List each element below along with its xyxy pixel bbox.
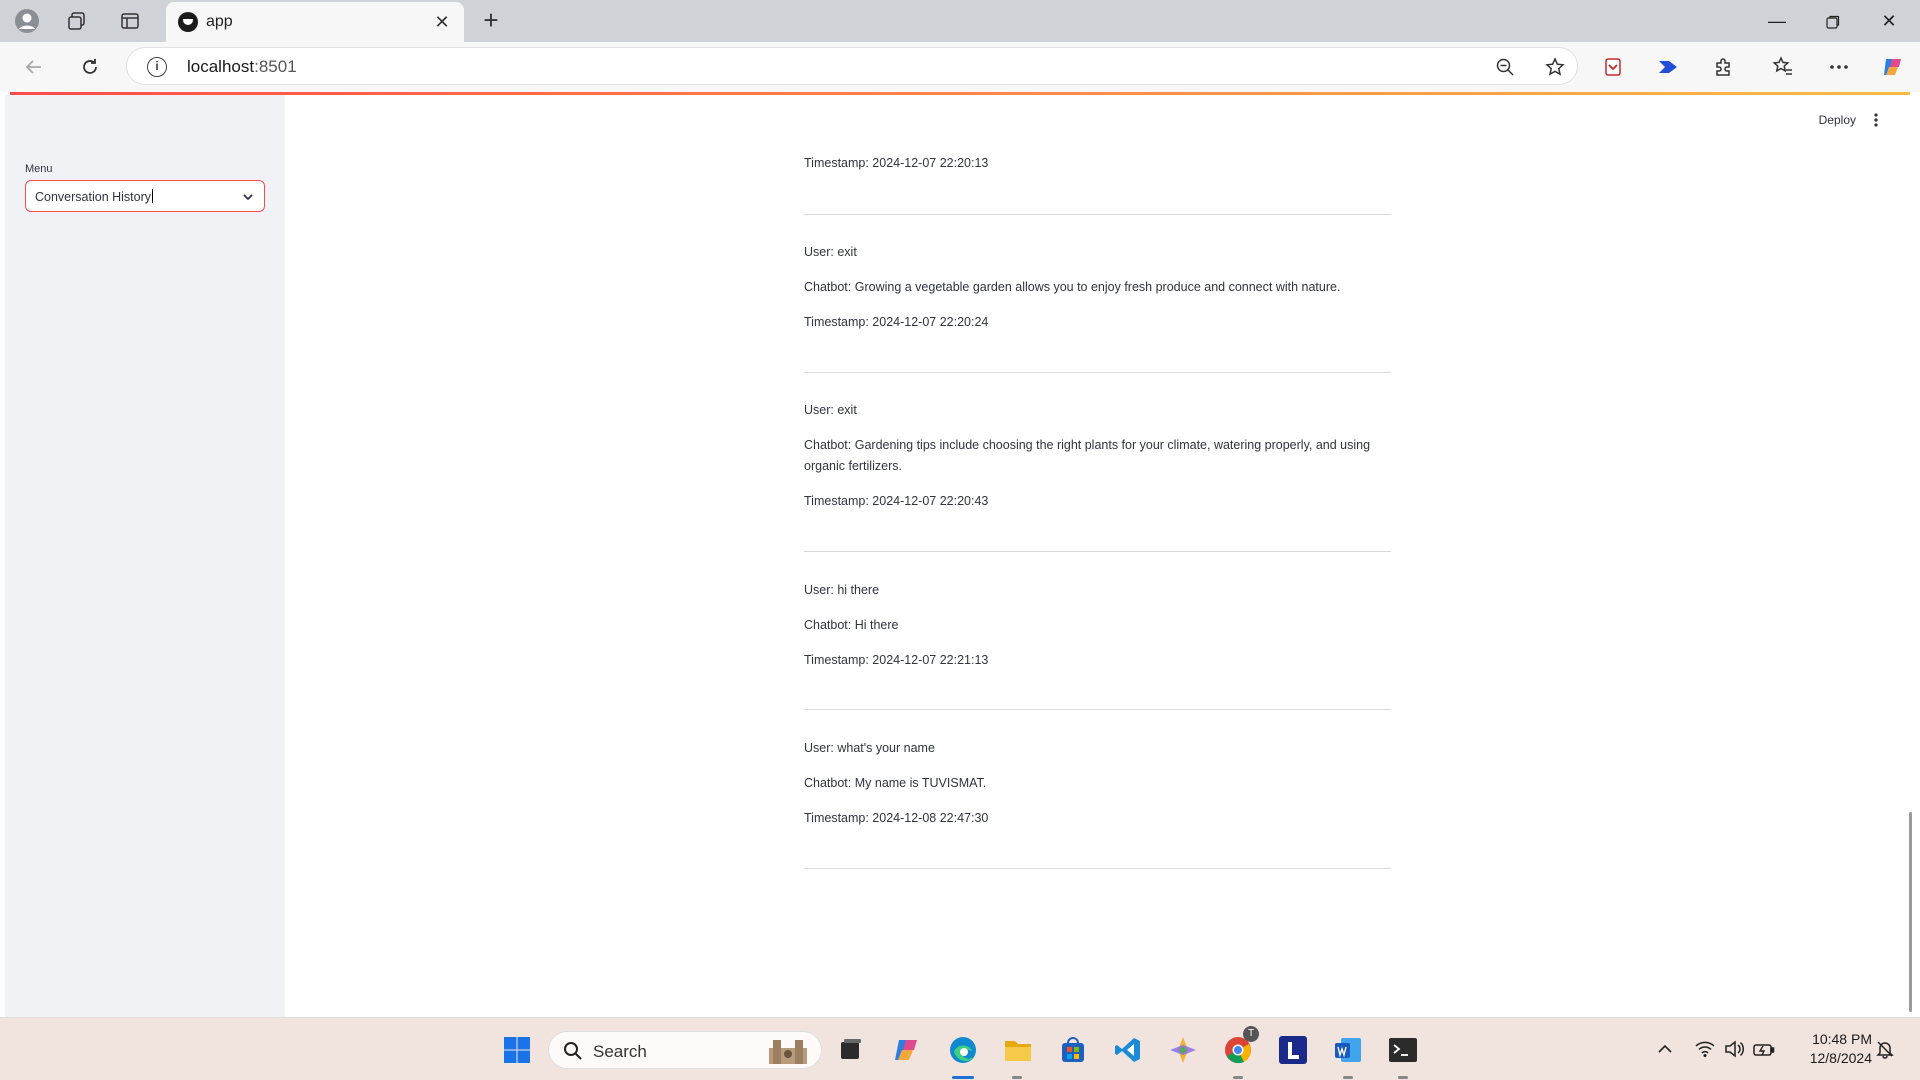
vertical-tabs-icon[interactable]: [114, 7, 146, 35]
menu-select-value: Conversation History: [35, 189, 154, 204]
search-highlight-icon: [769, 1040, 807, 1064]
volume-icon[interactable]: [1723, 1038, 1745, 1060]
site-info-icon[interactable]: i: [147, 57, 167, 77]
conversation-entry: User: exit Chatbot: Growing a vegetable …: [804, 242, 1391, 333]
tab-title: app: [206, 13, 233, 30]
chrome-icon[interactable]: T: [1220, 1026, 1259, 1068]
system-clock[interactable]: 10:48 PM 12/8/2024: [1792, 1030, 1872, 1068]
main-menu-icon[interactable]: [1867, 110, 1885, 130]
terminal-icon[interactable]: [1385, 1032, 1421, 1068]
running-app-indicator: [1233, 1076, 1243, 1079]
sidebar: Menu Conversation History: [5, 95, 285, 1017]
entry-timestamp: Timestamp: 2024-12-07 22:21:13: [804, 653, 989, 667]
file-explorer-icon[interactable]: [1000, 1032, 1036, 1068]
reload-icon[interactable]: [74, 52, 106, 82]
divider: [804, 214, 1391, 215]
running-app-indicator: [1398, 1076, 1408, 1079]
address-bar[interactable]: i localhost:8501: [126, 47, 1578, 85]
running-app-indicator: [1343, 1076, 1353, 1079]
conversation-entry: User: hi there Chatbot: Hi there Timesta…: [804, 580, 1391, 671]
minimize-icon[interactable]: —: [1754, 6, 1800, 36]
copilot-icon[interactable]: [1880, 54, 1906, 80]
page-scrollbar[interactable]: [1909, 812, 1912, 1012]
extensions-puzzle-icon[interactable]: [1711, 54, 1737, 80]
deploy-button[interactable]: Deploy: [1819, 113, 1856, 127]
tab-close-icon[interactable]: ✕: [430, 10, 454, 34]
entry-timestamp: Timestamp: 2024-12-07 22:20:24: [804, 315, 989, 329]
wifi-icon[interactable]: [1694, 1038, 1716, 1060]
back-icon[interactable]: [18, 52, 50, 82]
search-icon: [564, 1042, 582, 1060]
notifications-icon[interactable]: [1874, 1038, 1896, 1060]
divider: [804, 868, 1391, 869]
text-caret: [152, 189, 154, 203]
extension-pdf-icon[interactable]: [1600, 54, 1626, 80]
entry-bot-message: Chatbot: Hi there: [804, 618, 899, 632]
entry-user-message: User: exit: [804, 245, 857, 259]
workspaces-icon[interactable]: [61, 7, 93, 35]
conversation-entry: User: exit Chatbot: Gardening tips inclu…: [804, 400, 1391, 512]
browser-toolbar: i localhost:8501: [0, 42, 1920, 92]
word-icon[interactable]: [1330, 1032, 1366, 1068]
entry-bot-message: Chatbot: My name is TUVISMAT.: [804, 776, 987, 790]
streamlit-favicon-icon: [178, 12, 198, 32]
entry-bot-message: Chatbot: Growing a vegetable garden allo…: [804, 280, 1341, 294]
close-window-icon[interactable]: ✕: [1866, 6, 1912, 36]
active-app-indicator: [952, 1076, 974, 1079]
favorites-icon[interactable]: [1770, 54, 1796, 80]
chevron-down-icon: [243, 194, 253, 201]
clock-time: 10:48 PM: [1812, 1031, 1872, 1047]
profile-icon[interactable]: [11, 7, 43, 35]
chrome-profile-badge: T: [1243, 1026, 1259, 1042]
entry-user-message: User: hi there: [804, 583, 880, 597]
vscode-icon[interactable]: [1110, 1032, 1146, 1068]
edge-browser-icon[interactable]: [945, 1032, 981, 1068]
favorite-star-icon[interactable]: [1543, 55, 1567, 79]
battery-icon[interactable]: [1753, 1038, 1775, 1060]
divider: [804, 372, 1391, 373]
main-content: Deploy: [285, 95, 1910, 1017]
show-hidden-icons-icon[interactable]: [1654, 1038, 1676, 1060]
divider: [804, 551, 1391, 552]
entry-timestamp: Timestamp: 2024-12-07 22:20:43: [804, 494, 989, 508]
search-label: Search: [593, 1042, 647, 1061]
windows-start-icon[interactable]: [499, 1032, 535, 1068]
gemini-app-icon[interactable]: [1165, 1032, 1201, 1068]
microsoft-store-icon[interactable]: [1055, 1032, 1091, 1068]
copilot-app-icon[interactable]: [889, 1032, 925, 1068]
conversation-entry: User: what's your name Chatbot: My name …: [804, 738, 1391, 829]
more-options-icon[interactable]: [1826, 54, 1852, 80]
taskbar: Search T 10:48 PM 12/8/2024: [0, 1017, 1920, 1080]
restore-icon[interactable]: [1810, 6, 1856, 36]
new-tab-button[interactable]: +: [476, 6, 506, 36]
menu-select[interactable]: Conversation History: [25, 180, 265, 212]
url-text: localhost:8501: [187, 57, 297, 76]
entry-timestamp: Timestamp: 2024-12-08 22:47:30: [804, 811, 989, 825]
entry-timestamp: Timestamp: 2024-12-07 22:20:13: [804, 156, 989, 170]
browser-tab-strip: app ✕ + — ✕: [0, 0, 1920, 42]
zoom-out-icon[interactable]: [1493, 55, 1517, 79]
clock-date: 12/8/2024: [1809, 1050, 1872, 1066]
entry-user-message: User: exit: [804, 403, 857, 417]
conversation-entry: Timestamp: 2024-12-07 22:20:13: [804, 153, 1391, 174]
extension-arrow-icon[interactable]: [1655, 54, 1681, 80]
divider: [804, 709, 1391, 710]
taskbar-search[interactable]: Search: [548, 1031, 822, 1069]
menu-label: Menu: [25, 163, 53, 175]
l-app-icon[interactable]: [1275, 1032, 1311, 1068]
running-app-indicator: [1012, 1076, 1022, 1079]
entry-bot-message: Chatbot: Gardening tips include choosing…: [804, 438, 1371, 473]
entry-user-message: User: what's your name: [804, 741, 935, 755]
task-view-icon[interactable]: [833, 1032, 869, 1068]
browser-tab-active[interactable]: app ✕: [166, 2, 464, 42]
